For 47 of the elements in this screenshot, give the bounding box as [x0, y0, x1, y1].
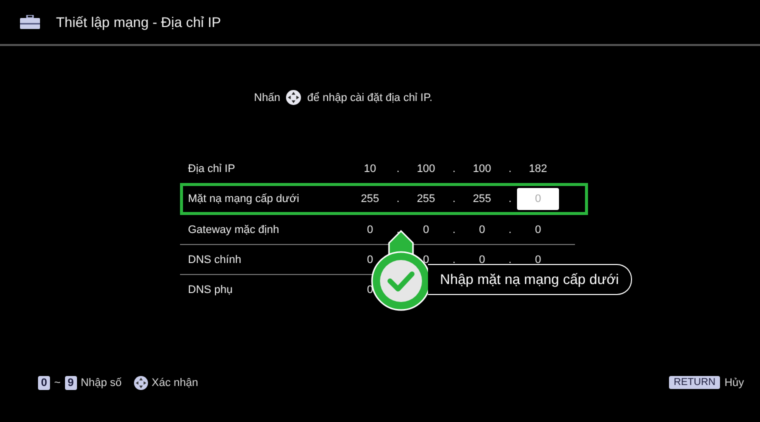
separator-dot: .: [451, 224, 457, 236]
hint-label: Nhập số: [80, 377, 122, 389]
octet-value: 10: [362, 162, 378, 174]
separator-dot: .: [507, 162, 513, 174]
field-label[interactable]: DNS phụ: [188, 284, 348, 296]
separator-dot: .: [395, 193, 401, 205]
return-key-badge: RETURN: [668, 376, 720, 389]
octet-value: 255: [360, 193, 380, 205]
separator-dot: .: [507, 254, 513, 266]
octet-value: 182: [528, 162, 548, 174]
toolbox-icon: [20, 15, 40, 29]
octet-value: 0: [366, 284, 374, 296]
octet-value: 0: [422, 254, 430, 266]
separator-dot: .: [395, 162, 401, 174]
hint-label: Hủy: [724, 376, 744, 388]
octet-value: 0: [534, 254, 542, 266]
octet-value: 0: [366, 224, 374, 236]
octet-value: 255: [416, 193, 436, 205]
octet-value: 255: [472, 193, 492, 205]
octet-value: 0: [366, 254, 374, 266]
octet-value: 0: [422, 224, 430, 236]
key-badge: 9: [64, 376, 77, 390]
screen-title: Thiết lập mạng - Địa chỉ IP: [56, 14, 221, 30]
callout-label: Nhập mặt nạ mạng cấp dưới: [428, 264, 632, 295]
separator-dot: .: [451, 162, 457, 174]
key-badge: 0: [38, 376, 50, 390]
field-label[interactable]: Địa chỉ IP: [188, 162, 348, 174]
dpad-icon: [134, 376, 148, 390]
field-label[interactable]: DNS chính: [188, 254, 348, 266]
octet-value: 0: [534, 224, 542, 236]
separator-dot: .: [451, 254, 457, 266]
separator-dot: .: [507, 193, 513, 205]
dpad-icon: [286, 90, 302, 105]
field-label[interactable]: Mặt nạ mạng cấp dưới: [188, 193, 348, 205]
tilde-text: ~: [54, 377, 61, 389]
instruction-text: để nhập cài đặt địa chỉ IP.: [307, 92, 432, 104]
instruction-text: Nhấn: [254, 92, 280, 104]
octet-value: 0: [478, 224, 486, 236]
field-label[interactable]: Gateway mặc định: [188, 224, 348, 236]
octet-value: 100: [472, 162, 492, 174]
separator-dot: .: [451, 193, 457, 205]
hint-label: Xác nhận: [152, 377, 198, 389]
octet-value: 0: [478, 254, 486, 266]
octet-value: 100: [416, 162, 436, 174]
separator-dot: .: [395, 224, 401, 236]
octet-input[interactable]: 0: [517, 188, 559, 210]
separator-dot: .: [507, 224, 513, 236]
